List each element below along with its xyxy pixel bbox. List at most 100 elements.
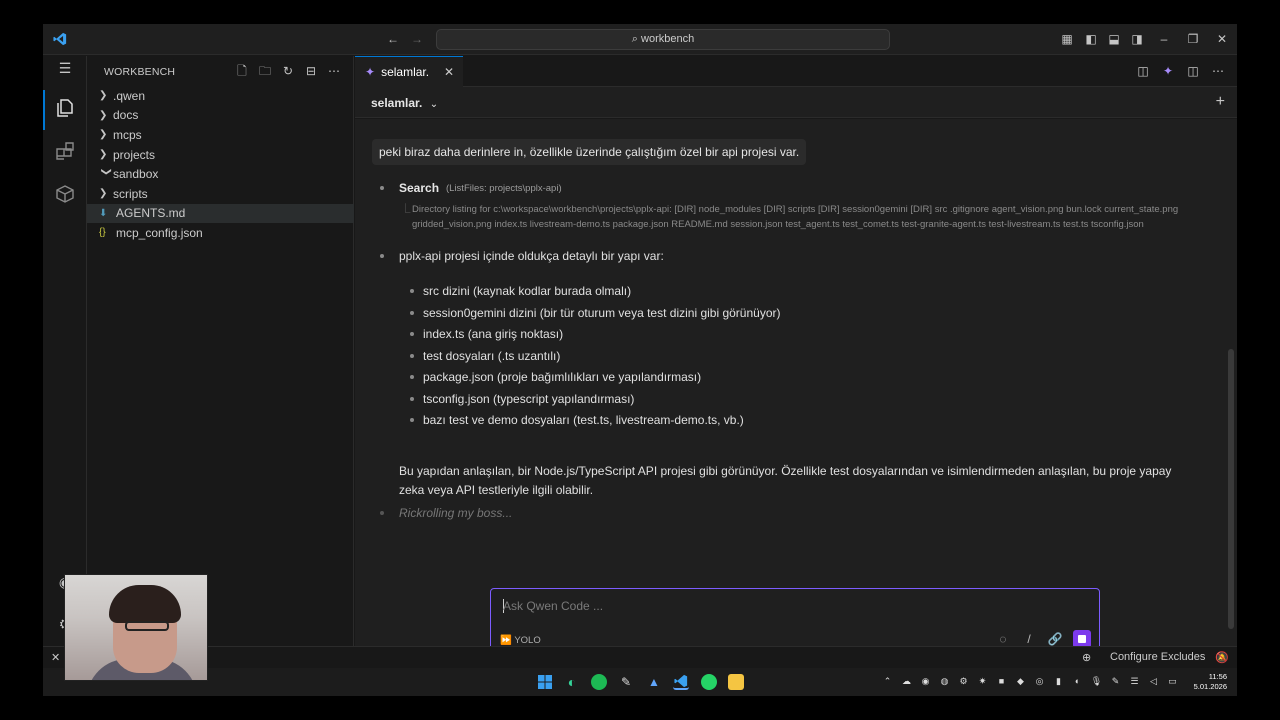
mode-toggle[interactable]: ⏩ YOLO bbox=[500, 635, 541, 646]
list-item: session0gemini dizini (bir tür oturum ve… bbox=[410, 304, 923, 326]
whatsapp-icon[interactable] bbox=[701, 674, 717, 690]
tray-app-icon[interactable]: ☁ bbox=[900, 675, 913, 688]
output-corner-icon: ⎿ bbox=[401, 204, 411, 215]
tree-item-scripts[interactable]: ❯ scripts bbox=[87, 184, 354, 204]
restore-icon[interactable]: ❐ bbox=[1186, 32, 1200, 46]
menu-icon[interactable]: ☰ bbox=[55, 60, 75, 80]
tree-item-label: projects bbox=[113, 147, 156, 162]
notifications-muted-icon[interactable]: 🔕 bbox=[1215, 651, 1229, 664]
new-folder-icon[interactable]: 🗀 bbox=[258, 64, 272, 78]
back-arrow-icon[interactable]: ← bbox=[386, 32, 400, 46]
tree-item-mcps[interactable]: ❯ mcps bbox=[87, 125, 354, 145]
microphone-icon[interactable]: 🎙 bbox=[1090, 675, 1103, 688]
message-bullet bbox=[380, 186, 384, 190]
refresh-icon[interactable]: ↻ bbox=[281, 64, 295, 78]
stop-icon bbox=[1078, 635, 1086, 643]
toggle-panel-icon[interactable]: ⬓ bbox=[1107, 32, 1121, 46]
explorer-sidebar: WORKBENCH 🗋 🗀 ↻ ⊟ ⋯ ❯ .qwen ❯ docs ❯ mcps ❯… bbox=[87, 56, 354, 646]
tree-item-projects[interactable]: ❯ projects bbox=[87, 145, 354, 165]
system-tray: ⌃ ☁ ◉ ◍ ⚙ ✷ ■ ◆ ◎ ▮ ◐ 🎙 ✎ ☰ ◁ ▭ bbox=[881, 675, 1179, 688]
tray-app-icon[interactable]: ◍ bbox=[938, 675, 951, 688]
tree-item-agents-md[interactable]: ⬇ AGENTS.md bbox=[87, 203, 354, 224]
explorer-actions: 🗋 🗀 ↻ ⊟ ⋯ bbox=[235, 64, 341, 78]
message-bullet bbox=[380, 511, 384, 515]
tray-app-icon[interactable]: ⚙ bbox=[957, 675, 970, 688]
chat-scrollbar[interactable] bbox=[1228, 349, 1234, 629]
toggle-primary-sidebar-icon[interactable]: ◧ bbox=[1084, 32, 1098, 46]
edge-browser-icon[interactable]: ◐ bbox=[564, 674, 580, 690]
network-icon[interactable]: ☰ bbox=[1128, 675, 1141, 688]
tray-app-icon[interactable]: ▮ bbox=[1052, 675, 1065, 688]
file-explorer-icon[interactable] bbox=[728, 674, 744, 690]
status-bar: ✕ ⊕ Configure Excludes 🔕 bbox=[43, 646, 1237, 668]
close-window-icon[interactable]: ✕ bbox=[1215, 32, 1229, 46]
tree-item-label: mcps bbox=[113, 127, 142, 142]
collapse-all-icon[interactable]: ⊟ bbox=[304, 64, 318, 78]
minimize-icon[interactable]: – bbox=[1157, 32, 1171, 46]
chevron-down-icon: ❯ bbox=[100, 167, 112, 176]
explorer-icon[interactable] bbox=[55, 98, 75, 118]
tray-app-icon[interactable]: ◉ bbox=[919, 675, 932, 688]
spotify-icon[interactable] bbox=[591, 674, 607, 690]
vscode-taskbar-icon[interactable] bbox=[673, 674, 689, 690]
notepad-icon[interactable]: ✎ bbox=[618, 674, 634, 690]
tab-selamlar[interactable]: ✦ selamlar. ✕ bbox=[355, 56, 463, 87]
chat-composer: Ask Qwen Code ... ⏩ YOLO ◌ / 🔗 bbox=[490, 588, 1100, 646]
tool-call-output: ⎿ Directory listing for c:\workspace\wor… bbox=[401, 202, 1201, 232]
customize-layout-icon[interactable]: ▦ bbox=[1060, 32, 1074, 46]
forward-arrow-icon[interactable]: → bbox=[410, 32, 424, 46]
configure-excludes-button[interactable]: Configure Excludes bbox=[1110, 651, 1205, 663]
remote-icon[interactable]: ✕ bbox=[51, 651, 60, 664]
volume-icon[interactable]: ◁ bbox=[1147, 675, 1160, 688]
session-selector[interactable]: selamlar. ⌄ bbox=[371, 96, 438, 110]
answer-list: src dizini (kaynak kodlar burada olmalı)… bbox=[410, 282, 923, 433]
tree-item-label: AGENTS.md bbox=[116, 206, 186, 221]
tab-label: selamlar. bbox=[381, 65, 430, 79]
zoom-icon[interactable]: ⊕ bbox=[1082, 651, 1091, 664]
tree-item-sandbox[interactable]: ❯ sandbox bbox=[87, 164, 354, 184]
open-preview-icon[interactable]: ◫ bbox=[1136, 63, 1150, 79]
slash-command-icon[interactable]: / bbox=[1021, 631, 1037, 646]
container-icon[interactable] bbox=[55, 184, 75, 204]
vscode-logo-icon bbox=[53, 32, 67, 46]
chevron-up-icon[interactable]: ⌃ bbox=[881, 675, 894, 688]
tray-app-icon[interactable]: ■ bbox=[995, 675, 1008, 688]
more-actions-icon[interactable]: ⋯ bbox=[1211, 63, 1225, 79]
attach-icon[interactable]: 🔗 bbox=[1047, 631, 1063, 646]
extensions-icon[interactable] bbox=[55, 141, 75, 161]
stop-button[interactable] bbox=[1073, 630, 1091, 646]
tree-item-docs[interactable]: ❯ docs bbox=[87, 106, 354, 126]
new-file-icon[interactable]: 🗋 bbox=[235, 64, 249, 78]
vscode-window: ← → ⌕ workbench ▦ ◧ ⬓ ◨ – ❐ ✕ ☰ ◉ ⚙ WORK… bbox=[43, 24, 1237, 696]
answer-summary: Bu yapıdan anlaşılan, bir Node.js/TypeSc… bbox=[399, 464, 1172, 497]
new-session-button[interactable]: + bbox=[1216, 93, 1225, 111]
active-indicator bbox=[43, 90, 45, 130]
tool-output-text: Directory listing for c:\workspace\workb… bbox=[412, 204, 1179, 230]
clock[interactable]: 11:56 5.01.2026 bbox=[1194, 672, 1227, 692]
tray-app-icon[interactable]: ◎ bbox=[1033, 675, 1046, 688]
close-tab-icon[interactable]: ✕ bbox=[444, 65, 454, 79]
tree-item-mcp-config[interactable]: {} mcp_config.json bbox=[87, 223, 354, 243]
qwen-action-icon[interactable]: ✦ bbox=[1161, 63, 1175, 79]
tray-app-icon[interactable]: ✷ bbox=[976, 675, 989, 688]
search-label: workbench bbox=[641, 33, 695, 45]
list-item: tsconfig.json (typescript yapılandırması… bbox=[410, 390, 923, 412]
chat-header: selamlar. ⌄ + bbox=[355, 87, 1237, 118]
tool-call-name: Search bbox=[399, 181, 440, 195]
more-actions-icon[interactable]: ⋯ bbox=[327, 64, 341, 78]
windows-start-icon[interactable] bbox=[537, 674, 553, 690]
windows-taskbar: ◐ ✎ ▲ ⌃ ☁ ◉ ◍ ⚙ ✷ ■ ◆ ◎ ▮ ◐ 🎙 ✎ ☰ ◁ ▭ 11… bbox=[43, 668, 1237, 696]
pen-icon[interactable]: ✎ bbox=[1109, 675, 1122, 688]
toggle-secondary-sidebar-icon[interactable]: ◨ bbox=[1130, 32, 1144, 46]
thinking-status: Rickrolling my boss... bbox=[399, 506, 513, 520]
composer-input[interactable]: Ask Qwen Code ... bbox=[503, 599, 603, 613]
explorer-title: WORKBENCH bbox=[104, 66, 176, 78]
tray-app-icon[interactable]: ◐ bbox=[1071, 675, 1084, 688]
tray-app-icon[interactable]: ◆ bbox=[1014, 675, 1027, 688]
app-icon[interactable]: ▲ bbox=[646, 674, 662, 690]
battery-icon[interactable]: ▭ bbox=[1166, 675, 1179, 688]
tree-item-qwen[interactable]: ❯ .qwen bbox=[87, 86, 354, 106]
split-editor-icon[interactable]: ◫ bbox=[1186, 63, 1200, 79]
command-center-search[interactable]: ⌕ workbench bbox=[436, 29, 890, 50]
context-usage-icon[interactable]: ◌ bbox=[995, 631, 1011, 646]
